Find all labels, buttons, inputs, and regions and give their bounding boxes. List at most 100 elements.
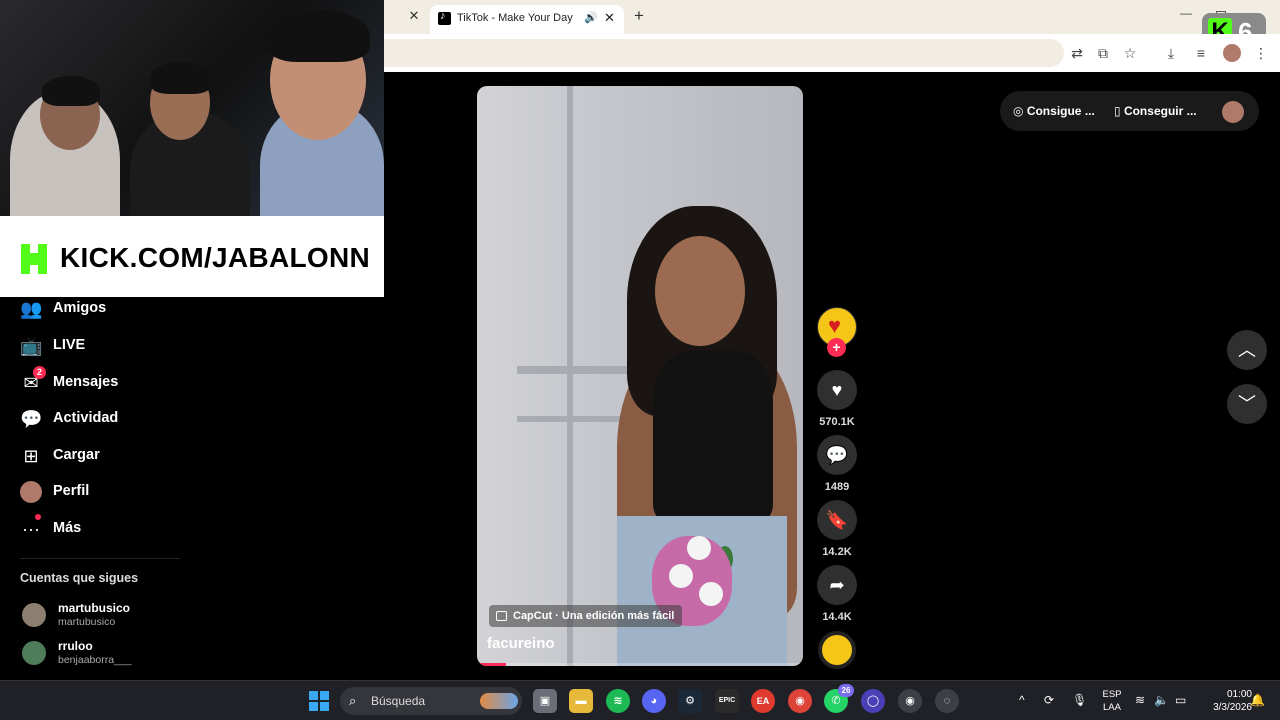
- video-subject-top: [653, 351, 773, 521]
- minimize-button[interactable]: —: [1180, 6, 1192, 20]
- address-bar[interactable]: [384, 39, 1064, 67]
- search-placeholder: Búsqueda: [371, 694, 426, 708]
- video-subject-face: [655, 236, 745, 346]
- new-tab-button[interactable]: +: [634, 7, 644, 25]
- webcam-overlay: [0, 0, 384, 216]
- speaker-icon[interactable]: 🔊: [584, 11, 598, 24]
- download-icon[interactable]: ⤓: [1162, 44, 1180, 62]
- avatar: [22, 603, 46, 627]
- whatsapp-badge: 26: [838, 684, 854, 697]
- flower: [669, 564, 693, 588]
- epic-games-icon[interactable]: EPIC: [715, 689, 739, 713]
- chevron-down-icon: ﹀: [1238, 394, 1256, 414]
- share-button[interactable]: ➦: [817, 565, 857, 605]
- wifi-icon[interactable]: ≋: [1135, 693, 1145, 707]
- install-app-icon[interactable]: ⧉: [1094, 44, 1112, 62]
- chrome-icon[interactable]: ◉: [788, 689, 812, 713]
- discord-icon[interactable]: ◕: [642, 689, 666, 713]
- sidebar-item-label: Cargar: [53, 447, 100, 463]
- comment-count: 1489: [824, 481, 850, 493]
- ea-icon[interactable]: EA: [751, 689, 775, 713]
- kick-banner: KICK.COM/JABALONN: [0, 216, 384, 297]
- close-prev-tab-icon[interactable]: ✕: [406, 8, 422, 24]
- follow-button[interactable]: +: [827, 338, 846, 357]
- next-video-button[interactable]: ﹀: [1227, 384, 1267, 424]
- search-highlight-icon: [480, 693, 518, 709]
- chrome-profile-icon[interactable]: ◉: [898, 689, 922, 713]
- sidebar-item-mas[interactable]: ··· Más: [20, 514, 220, 542]
- sidebar-divider: [20, 558, 180, 559]
- close-tab-icon[interactable]: ✕: [604, 10, 615, 26]
- bookmark-icon: 🔖: [825, 510, 849, 530]
- spotify-icon[interactable]: ≋: [606, 689, 630, 713]
- comment-button[interactable]: 💬: [817, 435, 857, 475]
- sync-icon[interactable]: ⟳: [1044, 693, 1054, 707]
- search-icon: ⌕: [349, 693, 357, 708]
- friends-icon: 👥: [20, 299, 43, 319]
- sidebar-item-perfil[interactable]: Perfil: [20, 481, 220, 505]
- tray-chevron-up-icon[interactable]: ^: [1019, 693, 1025, 707]
- following-account[interactable]: rruloo benjaaborra___: [22, 639, 222, 669]
- windows-start-icon[interactable]: [309, 691, 329, 711]
- sidebar-item-cargar[interactable]: ⊞ Cargar: [20, 445, 220, 469]
- phone-icon: ▯: [1114, 104, 1124, 118]
- browser-toolbar: ⇄ ⧉ ☆ ⤓ ≡ ⋮: [384, 34, 1280, 72]
- avatar: [20, 481, 42, 503]
- capcut-icon: [496, 611, 507, 621]
- microphone-icon[interactable]: 🎙: [1072, 693, 1087, 707]
- whatsapp-icon[interactable]: ✆ 26: [824, 684, 854, 713]
- video-progress-bar[interactable]: [477, 663, 803, 666]
- input-language[interactable]: ESP LAA: [1100, 688, 1124, 714]
- video-player[interactable]: CapCut · Una edición más fácil facureino: [477, 86, 803, 666]
- sidebar-item-amigos[interactable]: 👥 Amigos: [20, 298, 220, 322]
- account-name: martubusico: [58, 601, 131, 615]
- menu-dots-icon[interactable]: ⋮: [1252, 44, 1270, 62]
- get-coins-button[interactable]: ◎ Consigue ...: [1013, 104, 1095, 118]
- get-app-button[interactable]: ▯ Conseguir ...: [1114, 104, 1197, 118]
- video-author[interactable]: facureino: [487, 635, 555, 652]
- obs-icon[interactable]: ◌: [935, 689, 959, 713]
- sidebar-item-label: Actividad: [53, 410, 119, 426]
- system-clock[interactable]: 01:00 3/3/2026: [1196, 688, 1252, 714]
- profile-avatar[interactable]: [1223, 44, 1241, 62]
- capcut-tag[interactable]: CapCut · Una edición más fácil: [489, 605, 683, 627]
- translate-icon[interactable]: ⇄: [1068, 44, 1086, 62]
- previous-video-button[interactable]: ︿: [1227, 330, 1267, 370]
- music-disc[interactable]: [818, 631, 856, 669]
- taskbar: ⌕ Búsqueda ▣ ▬ ≋ ◕ ⚙ EPIC EA ◉ ✆ 26 ◯ ◉ …: [0, 680, 1280, 720]
- kick-banner-text: KICK.COM/JABALONN: [60, 242, 370, 273]
- following-account[interactable]: martubusico martubusico: [22, 601, 222, 631]
- sidebar-item-live[interactable]: 📺 LIVE: [20, 335, 220, 359]
- like-button[interactable]: ♥: [817, 370, 857, 410]
- comment-icon: 💬: [825, 445, 849, 465]
- lang-layout: LAA: [1103, 702, 1121, 713]
- webcam-hair: [150, 62, 212, 94]
- clock-time: 01:00: [1226, 689, 1252, 700]
- sidebar-item-actividad[interactable]: 💬 Actividad: [20, 408, 220, 432]
- flower: [687, 536, 711, 560]
- webcam-hair: [266, 10, 370, 62]
- browser-tab-bar: ✕ TikTok - Make Your Day 🔊 ✕ + — K 6: [384, 0, 1280, 53]
- tiktok-favicon-icon: [438, 10, 451, 25]
- bookmark-star-icon[interactable]: ☆: [1121, 44, 1139, 62]
- avatar[interactable]: [1222, 101, 1244, 123]
- task-view-icon[interactable]: ▣: [533, 689, 557, 713]
- account-name: rruloo: [58, 639, 93, 653]
- volume-icon[interactable]: 🔈: [1154, 693, 1169, 707]
- app-circle-icon[interactable]: ◯: [861, 689, 885, 713]
- get-app-label: Conseguir ...: [1123, 104, 1197, 118]
- flower: [699, 582, 723, 606]
- battery-icon[interactable]: ▭: [1175, 693, 1186, 707]
- file-explorer-icon[interactable]: ▬: [569, 689, 593, 713]
- notification-dot: [35, 514, 41, 520]
- more-dots-icon: ···: [22, 519, 40, 539]
- wall-detail: [567, 86, 573, 666]
- save-button[interactable]: 🔖: [817, 500, 857, 540]
- steam-icon[interactable]: ⚙: [678, 689, 702, 713]
- notifications-icon[interactable]: 🔔: [1250, 693, 1265, 707]
- media-control-icon[interactable]: ≡: [1192, 44, 1210, 62]
- taskbar-search[interactable]: ⌕ Búsqueda: [340, 687, 522, 715]
- sidebar-item-mensajes[interactable]: ✉ 2 Mensajes: [20, 366, 220, 396]
- tab-tiktok[interactable]: TikTok - Make Your Day 🔊 ✕: [430, 5, 624, 34]
- coin-icon: ◎: [1013, 104, 1027, 118]
